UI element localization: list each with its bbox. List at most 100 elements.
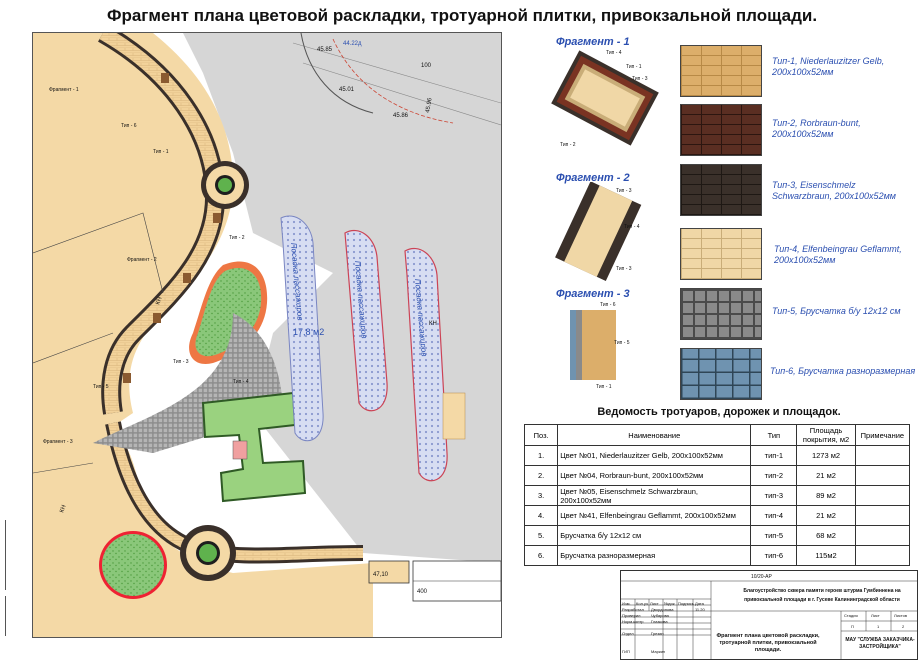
fragment-1-tag-4: Тип - 2 — [560, 142, 576, 148]
row-type: тип-5 — [750, 525, 798, 546]
schedule-header-note: Примечание — [854, 424, 911, 446]
fragment-3-diagram: Тип - 6 Тип - 5 Тип - 1 — [570, 302, 630, 390]
row-area: 21 м2 — [796, 465, 856, 486]
page-title: Фрагмент плана цветовой раскладки, троту… — [106, 6, 818, 25]
fragment-3-tag-2: Тип - 5 — [614, 340, 630, 346]
row-name: Брусчатка б/у 12x12 см — [557, 525, 752, 546]
lawn-bottom-left — [102, 534, 164, 596]
stamp-role: Отдел — [622, 631, 634, 636]
row-name: Цвет №01, Niederlauzitzer Gelb, 200x100x… — [557, 445, 752, 466]
stamp-date: 11.20 — [695, 607, 705, 612]
title-block-project: Благоустройство сквера памяти героев шту… — [743, 588, 901, 603]
row-note — [854, 525, 911, 546]
stamp-col-head: Изм. — [622, 601, 631, 606]
swatch-type-2 — [680, 104, 762, 156]
title-block-sheet-title: Фрагмент плана цветовой раскладки, троту… — [716, 633, 820, 653]
fragment-3-tag-3: Тип - 1 — [596, 384, 612, 390]
plan-num-100: 100 — [421, 63, 432, 69]
stamp-col-head: Дата — [695, 601, 704, 606]
stamp-stage-val: 1 — [877, 624, 880, 629]
fragment-1-diagram: Тип - 4 Тип - 1 Тип - 3 Тип - 2 — [551, 50, 659, 148]
plan-label-type4: Тип - 4 — [233, 379, 249, 385]
row-pos: 6. — [523, 545, 559, 566]
schedule-header-name: Наименование — [557, 424, 752, 446]
row-name: Цвет №41, Elfenbeingrau Geflammt, 200x10… — [557, 505, 752, 526]
stamp-stage-val: 2 — [902, 624, 905, 629]
row-pos: 4. — [523, 505, 559, 526]
stamp-stage-head: Стадия — [844, 613, 858, 618]
stamp-stage-head: Лист — [871, 613, 880, 618]
plan-label-type3: Тип - 3 — [173, 359, 189, 365]
stamp-col-head: Лист — [650, 601, 659, 606]
swatch-type-4 — [680, 228, 762, 280]
table-row: 3. Цвет №05, Eisenschmelz Schwarzbraun, … — [523, 485, 911, 506]
plan-label-type2: Тип - 2 — [229, 235, 245, 241]
stamp-role: Проверил — [622, 613, 641, 618]
plan-label-kn3: КН — [429, 321, 437, 327]
row-type: тип-2 — [750, 465, 798, 486]
row-note — [854, 505, 911, 526]
swatch-type-5 — [680, 288, 762, 340]
schedule-header-row: Поз. Наименование Тип Площадь покрытия, … — [523, 424, 911, 446]
fragment-1-tag-2: Тип - 1 — [626, 64, 642, 70]
stamp-col-head: Подпись — [678, 601, 694, 606]
schedule-header-pos: Поз. — [523, 424, 559, 446]
title-block: 10/20-АР Благоустройство сквера памяти г… — [620, 570, 918, 660]
swatch-type-2-label: Тип-2, Rorbraun-bunt, 200x100x52мм — [772, 118, 861, 139]
row-name: Цвет №04, Rorbraun-bunt, 200x100x52мм — [557, 465, 752, 486]
row-pos: 2. — [523, 465, 559, 486]
plan-label-type1: Тип - 1 — [153, 149, 169, 155]
stamp-role: Разработал — [622, 607, 644, 612]
fragment-1-tag-1: Тип - 4 — [606, 50, 622, 56]
row-type: тип-6 — [750, 545, 798, 566]
fragment-2-diagram: Тип - 3 Тип - 4 Тип - 3 — [555, 182, 642, 282]
table-row: 4. Цвет №41, Elfenbeingrau Geflammt, 200… — [523, 505, 911, 526]
row-area: 1273 м2 — [796, 445, 856, 466]
swatch-type-6 — [680, 348, 762, 400]
frame-mark — [0, 520, 6, 590]
row-note — [854, 545, 911, 566]
schedule-title: Ведомость тротуаров, дорожек и площадок. — [597, 406, 841, 418]
table-row: 1. Цвет №01, Niederlauzitzer Gelb, 200x1… — [523, 445, 911, 466]
fragment-1-tag-3: Тип - 3 — [632, 76, 648, 82]
stamp-role: ГИП — [622, 649, 630, 654]
row-name: Брусчатка разноразмерная — [557, 545, 752, 566]
plan-label-frag1: Фрагмент - 1 — [49, 87, 79, 93]
fragment-3-tag-1: Тип - 6 — [600, 302, 616, 308]
title-block-code: 10/20-АР — [751, 574, 772, 580]
row-note — [854, 465, 911, 486]
stamp-name: Грезин — [651, 631, 664, 636]
swatch-type-5-label: Тип-5, Брусчатка б/у 12x12 см — [772, 306, 901, 316]
plan-dim-1: 44.22д — [343, 41, 362, 47]
swatch-type-3-label: Тип-3, Eisenschmelz Schwarzbraun, 200x10… — [772, 180, 896, 201]
swatch-type-1 — [680, 45, 762, 97]
plan-label-frag3: Фрагмент - 3 — [43, 439, 73, 445]
fragment-2-tag-2: Тип - 4 — [624, 224, 640, 230]
swatch-type-3 — [680, 164, 762, 216]
stamp-name: Двордонова — [651, 607, 674, 612]
site-plan-drawing: Фрагмент - 1 Фрагмент - 2 Фрагмент - 3 Т… — [33, 33, 501, 637]
table-row: 6. Брусчатка разноразмерная тип-6 115м2 — [523, 545, 911, 566]
plan-num-400: 400 — [417, 589, 428, 595]
title-block-org: МАУ "СЛУЖБА ЗАКАЗЧИКА-ЗАСТРОЙЩИКА" — [845, 637, 915, 650]
stamp-name: Глазкова — [651, 619, 668, 624]
plan-dim-2: 45.85 — [317, 47, 333, 53]
row-note — [854, 445, 911, 466]
row-type: тип-1 — [750, 445, 798, 466]
row-area: 21 м2 — [796, 505, 856, 526]
plan-label-type6: Тип - 6 — [121, 123, 137, 129]
schedule-header-area: Площадь покрытия, м2 — [796, 424, 856, 446]
stamp-role: Норм.контр — [622, 619, 644, 624]
plan-label-type5: Тип - 5 — [93, 384, 109, 390]
table-row: 2. Цвет №04, Rorbraun-bunt, 200x100x52мм… — [523, 465, 911, 486]
stamp-stage-head: Листов — [894, 613, 907, 618]
row-area: 89 м2 — [796, 485, 856, 506]
row-name: Цвет №05, Eisenschmelz Schwarzbraun, 200… — [557, 485, 752, 506]
stamp-stage-val: П — [851, 624, 854, 629]
row-area: 68 м2 — [796, 525, 856, 546]
swatch-type-1-label: Тип-1, Niederlauzitzer Gelb, 200x100x52м… — [772, 56, 885, 77]
row-type: тип-4 — [750, 505, 798, 526]
swatch-type-6-label: Тип-6, Брусчатка разноразмерная — [770, 366, 916, 376]
stamp-col-head: №док — [664, 601, 675, 606]
site-plan: Фрагмент - 1 Фрагмент - 2 Фрагмент - 3 Т… — [32, 32, 502, 638]
